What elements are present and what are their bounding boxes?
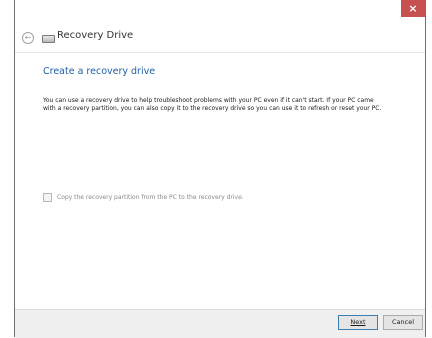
recovery-drive-window: × ← Recovery Drive Create a recovery dri… [14, 0, 426, 338]
cancel-button[interactable]: Cancel [383, 315, 423, 330]
next-button[interactable]: Next [338, 315, 378, 330]
drive-icon [42, 35, 55, 43]
content-area: Create a recovery drive You can use a re… [15, 52, 425, 309]
close-button[interactable]: × [401, 0, 425, 17]
back-arrow-icon[interactable]: ← [22, 32, 34, 44]
footer-bar: Next Cancel [15, 309, 425, 338]
page-heading: Create a recovery drive [43, 66, 156, 77]
description-text: You can use a recovery drive to help tro… [43, 97, 382, 112]
next-button-label: Next [350, 318, 366, 326]
copy-partition-label: Copy the recovery partition from the PC … [57, 194, 244, 201]
copy-partition-checkbox[interactable] [43, 193, 52, 202]
title-bar: × [15, 0, 425, 20]
copy-partition-option: Copy the recovery partition from the PC … [43, 193, 244, 202]
app-title: Recovery Drive [57, 30, 134, 41]
